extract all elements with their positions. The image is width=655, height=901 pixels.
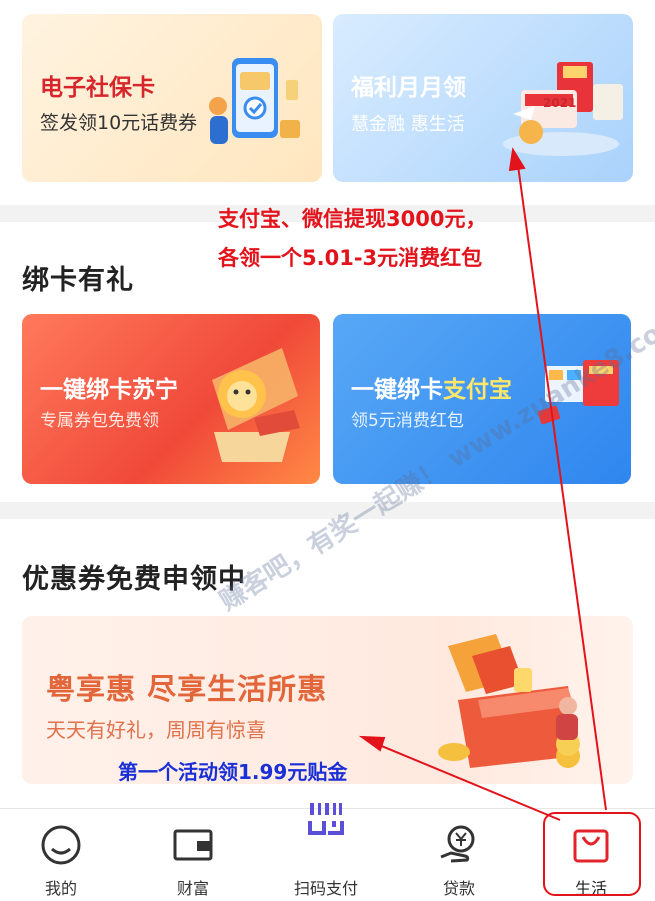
annotation-blue-line: 第一个活动领1.99元贴金: [118, 760, 348, 784]
arrow-to-yue-line: [371, 741, 561, 821]
arrow-to-welfare-line: [516, 157, 607, 811]
arrow-to-welfare-head: [508, 147, 526, 172]
annotation-red-line-1: 支付宝、微信提现3000元，: [218, 207, 487, 231]
annotation-red-line-2: 各领一个5.01-3元消费红包: [218, 246, 483, 270]
arrow-to-yue-head: [358, 735, 386, 752]
